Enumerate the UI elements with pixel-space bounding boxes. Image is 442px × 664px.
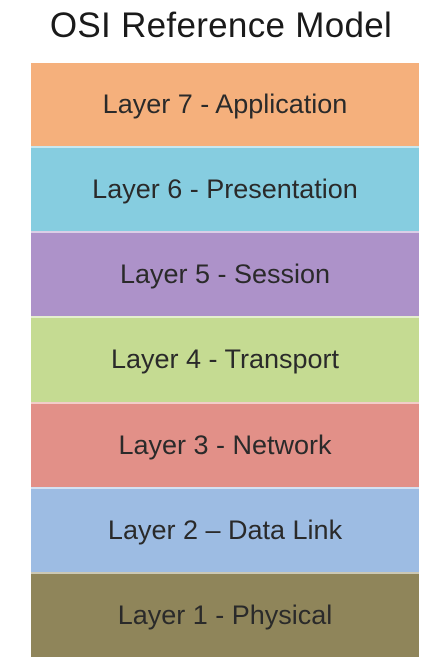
layer-7-application: Layer 7 - Application — [31, 63, 419, 147]
layer-5-session: Layer 5 - Session — [31, 231, 419, 317]
layer-1-physical: Layer 1 - Physical — [31, 571, 419, 657]
layer-2-data-link: Layer 2 – Data Link — [31, 486, 419, 572]
layer-4-transport: Layer 4 - Transport — [31, 316, 419, 402]
layer-6-presentation: Layer 6 - Presentation — [31, 146, 419, 232]
diagram-title: OSI Reference Model — [49, 6, 393, 45]
osi-layer-stack: Layer 7 - Application Layer 6 - Presenta… — [31, 63, 419, 657]
layer-3-network: Layer 3 - Network — [31, 401, 419, 487]
